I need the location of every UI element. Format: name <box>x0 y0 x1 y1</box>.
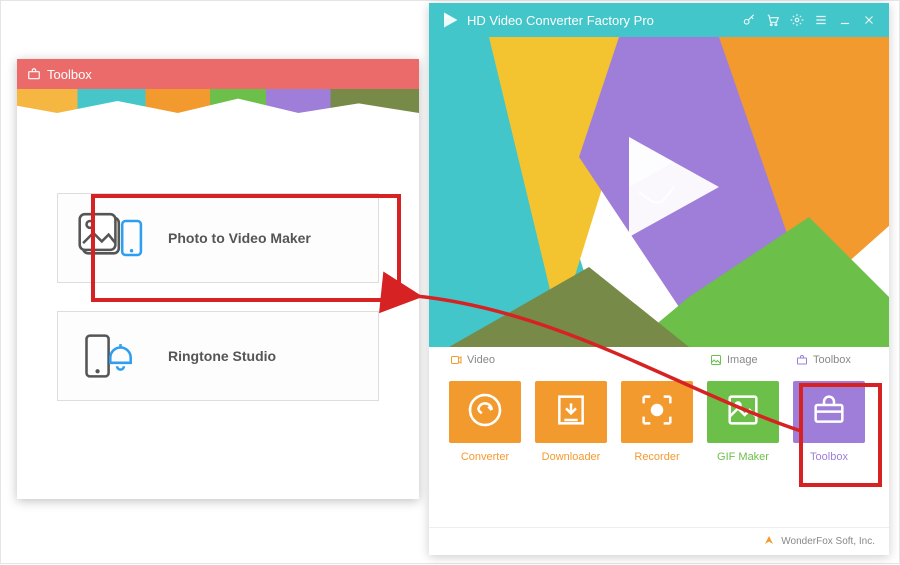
toolbox-label: Toolbox <box>793 451 865 463</box>
downloader-button[interactable]: Downloader <box>535 381 607 463</box>
minimize-icon[interactable] <box>833 4 857 36</box>
gear-icon[interactable] <box>785 4 809 36</box>
converter-button[interactable]: Converter <box>449 381 521 463</box>
tool-row: Converter Downloader Recorder GIF Maker … <box>429 367 889 473</box>
recorder-label: Recorder <box>621 451 693 463</box>
toolbox-button[interactable]: Toolbox <box>793 381 865 463</box>
photo-to-video-icon <box>76 210 148 266</box>
cart-icon[interactable] <box>761 4 785 36</box>
photo-to-video-label: Photo to Video Maker <box>168 230 311 246</box>
recorder-icon <box>637 390 677 435</box>
section-headers: Video Image Toolbox <box>429 347 889 367</box>
app-logo-icon <box>441 11 459 29</box>
section-image: Image <box>709 353 795 367</box>
toolbox-titlebar: Toolbox <box>17 59 419 89</box>
section-toolbox-label: Toolbox <box>813 354 851 366</box>
footer-text: WonderFox Soft, Inc. <box>781 536 875 547</box>
hero-graphic <box>429 37 889 347</box>
close-icon[interactable] <box>857 4 881 36</box>
section-image-label: Image <box>727 354 758 366</box>
menu-icon[interactable] <box>809 4 833 36</box>
toolbox-title-icon <box>27 67 41 81</box>
video-section-icon <box>449 353 463 367</box>
toolbox-dialog: Toolbox Photo to Video Maker <box>17 59 419 499</box>
key-icon[interactable] <box>737 4 761 36</box>
toolbox-hero-graphic <box>17 89 419 113</box>
app-title: HD Video Converter Factory Pro <box>467 13 654 28</box>
section-video: Video <box>449 353 709 367</box>
converter-icon <box>465 390 505 435</box>
wonderfox-logo-icon <box>763 534 775 549</box>
ringtone-label: Ringtone Studio <box>168 348 276 364</box>
gif-maker-button[interactable]: GIF Maker <box>707 381 779 463</box>
toolbox-tile-icon <box>809 390 849 435</box>
ringtone-icon <box>76 328 148 384</box>
ringtone-studio-item[interactable]: Ringtone Studio <box>57 311 379 401</box>
main-app-window: HD Video Converter Factory Pro Vi <box>429 3 889 555</box>
downloader-icon <box>551 390 591 435</box>
toolbox-dialog-title: Toolbox <box>47 67 92 82</box>
photo-to-video-item[interactable]: Photo to Video Maker <box>57 193 379 283</box>
toolbox-body: Photo to Video Maker Ringtone Studio <box>17 113 419 441</box>
image-section-icon <box>709 353 723 367</box>
recorder-button[interactable]: Recorder <box>621 381 693 463</box>
gif-label: GIF Maker <box>707 451 779 463</box>
toolbox-section-icon <box>795 353 809 367</box>
downloader-label: Downloader <box>535 451 607 463</box>
section-video-label: Video <box>467 354 495 366</box>
section-toolbox: Toolbox <box>795 353 851 367</box>
footer: WonderFox Soft, Inc. <box>429 527 889 555</box>
gif-icon <box>723 390 763 435</box>
main-titlebar: HD Video Converter Factory Pro <box>429 3 889 37</box>
converter-label: Converter <box>449 451 521 463</box>
